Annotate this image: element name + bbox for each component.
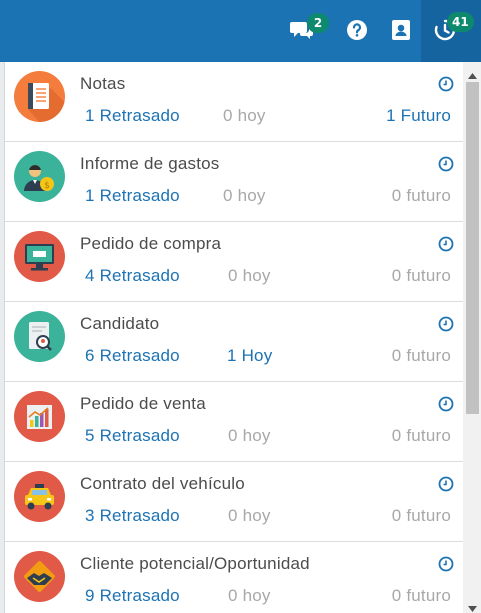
candidate-icon	[14, 311, 65, 362]
clock-icon[interactable]	[438, 236, 454, 252]
late-count-link[interactable]: 6 Retrasado	[85, 346, 180, 366]
activity-title: Pedido de compra	[80, 234, 222, 253]
today-count-link[interactable]: 0 hoy	[223, 106, 266, 126]
activity-count-badge: 41	[447, 12, 474, 32]
lead-opportunity-icon	[14, 551, 65, 602]
future-count-link[interactable]: 0 futuro	[392, 346, 451, 366]
activity-item-cliente-potencial-oportunidad[interactable]: Cliente potencial/Oportunidad 9 Retrasad…	[5, 542, 463, 613]
future-count-link[interactable]: 0 futuro	[392, 426, 451, 446]
clock-icon[interactable]	[438, 76, 454, 92]
scroll-down-arrow-icon[interactable]	[467, 599, 478, 612]
activity-item-informe-de-gastos[interactable]: $ Informe de gastos 1 Retrasado 0 hoy 0 …	[5, 142, 463, 222]
activity-item-notas[interactable]: Notas 1 Retrasado 0 hoy 1 Futuro	[5, 62, 463, 142]
contacts-icon[interactable]	[389, 18, 413, 42]
late-count-link[interactable]: 1 Retrasado	[85, 186, 180, 206]
future-count-link[interactable]: 0 futuro	[392, 266, 451, 286]
activity-title: Contrato del vehículo	[80, 474, 245, 493]
activity-title: Cliente potencial/Oportunidad	[80, 554, 310, 573]
activity-dropdown: Notas 1 Retrasado 0 hoy 1 Futuro $ Infor…	[4, 62, 481, 613]
today-count-link[interactable]: 0 hoy	[228, 506, 271, 526]
help-icon[interactable]	[345, 18, 369, 42]
clock-icon[interactable]	[438, 396, 454, 412]
scrollbar-thumb[interactable]	[466, 82, 479, 414]
scroll-up-arrow-icon[interactable]	[467, 66, 478, 79]
late-count-link[interactable]: 9 Retrasado	[85, 586, 180, 606]
today-count-link[interactable]: 0 hoy	[228, 426, 271, 446]
today-count-link[interactable]: 1 Hoy	[227, 346, 272, 366]
today-count-link[interactable]: 0 hoy	[223, 186, 266, 206]
activity-item-contrato-del-vehiculo[interactable]: Contrato del vehículo 3 Retrasado 0 hoy …	[5, 462, 463, 542]
sales-order-icon	[14, 391, 65, 442]
clock-icon[interactable]	[438, 156, 454, 172]
svg-text:$: $	[44, 181, 50, 191]
expense-report-icon: $	[14, 151, 65, 202]
vehicle-contract-icon	[14, 471, 65, 522]
future-count-link[interactable]: 0 futuro	[392, 186, 451, 206]
top-navbar: 2 41	[0, 0, 481, 62]
today-count-link[interactable]: 0 hoy	[228, 266, 271, 286]
purchase-order-icon	[14, 231, 65, 282]
future-count-link[interactable]: 0 futuro	[392, 506, 451, 526]
activity-list: Notas 1 Retrasado 0 hoy 1 Futuro $ Infor…	[5, 62, 463, 613]
future-count-link[interactable]: 0 futuro	[392, 586, 451, 606]
future-count-link[interactable]: 1 Futuro	[386, 106, 451, 126]
clock-icon[interactable]	[438, 316, 454, 332]
chat-unread-badge: 2	[307, 13, 329, 33]
activity-title: Candidato	[80, 314, 160, 333]
clock-icon[interactable]	[438, 556, 454, 572]
scrollbar[interactable]	[463, 62, 481, 613]
activity-title: Informe de gastos	[80, 154, 220, 173]
activity-item-candidato[interactable]: Candidato 6 Retrasado 1 Hoy 0 futuro	[5, 302, 463, 382]
late-count-link[interactable]: 5 Retrasado	[85, 426, 180, 446]
late-count-link[interactable]: 3 Retrasado	[85, 506, 180, 526]
activity-title: Pedido de venta	[80, 394, 206, 413]
today-count-link[interactable]: 0 hoy	[228, 586, 271, 606]
clock-icon[interactable]	[438, 476, 454, 492]
activity-item-pedido-de-venta[interactable]: Pedido de venta 5 Retrasado 0 hoy 0 futu…	[5, 382, 463, 462]
activity-title: Notas	[80, 74, 126, 93]
late-count-link[interactable]: 1 Retrasado	[85, 106, 180, 126]
late-count-link[interactable]: 4 Retrasado	[85, 266, 180, 286]
activity-item-pedido-de-compra[interactable]: Pedido de compra 4 Retrasado 0 hoy 0 fut…	[5, 222, 463, 302]
notes-icon	[14, 71, 65, 123]
